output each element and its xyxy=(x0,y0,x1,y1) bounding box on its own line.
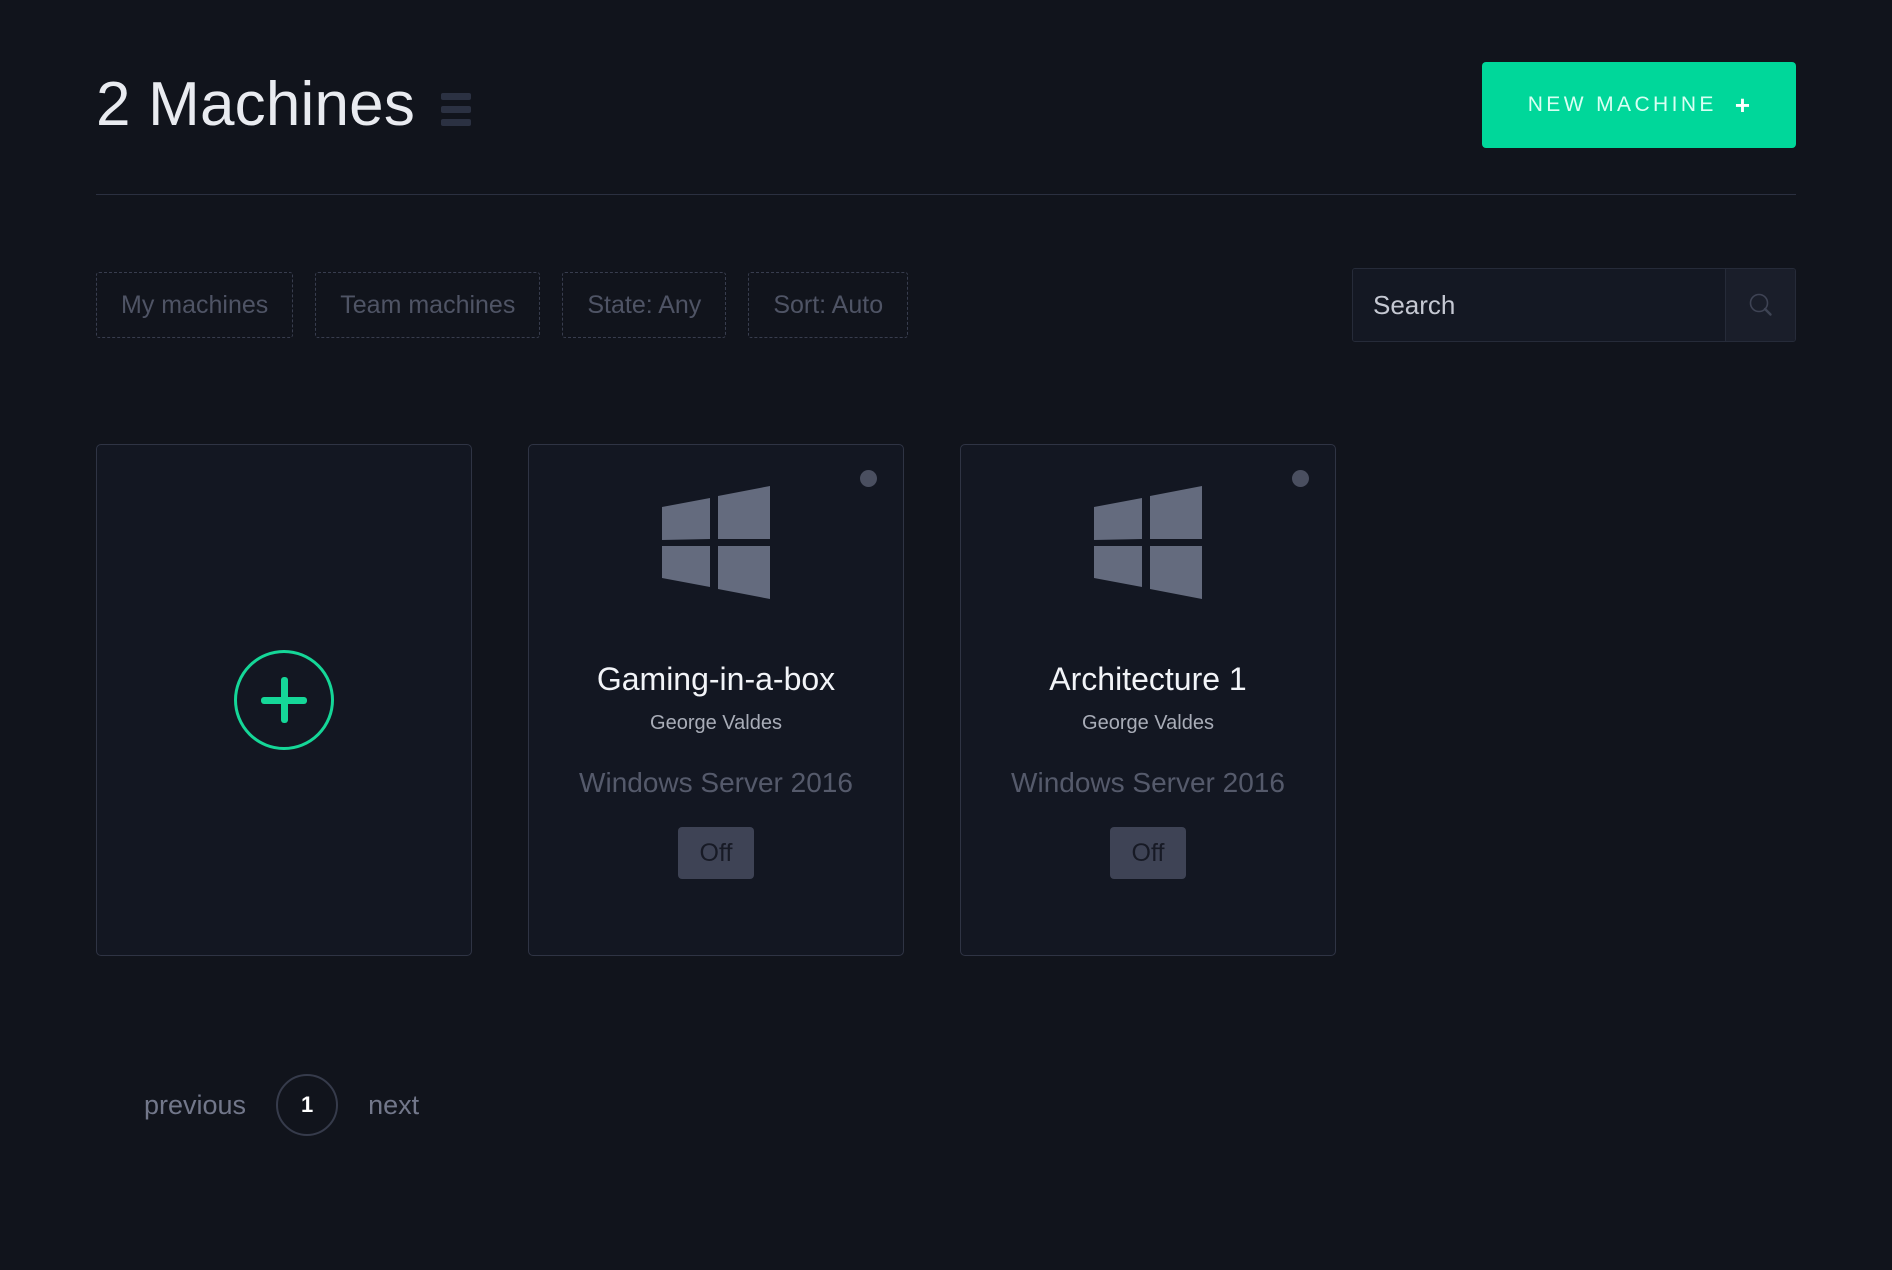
machine-name: Architecture 1 xyxy=(1049,661,1247,697)
machine-owner: George Valdes xyxy=(650,712,782,734)
new-machine-label: NEW MACHINE xyxy=(1527,93,1717,116)
status-indicator-dot xyxy=(860,470,877,487)
pagination-previous[interactable]: previous xyxy=(144,1090,246,1121)
page-title: 2 Machines xyxy=(96,70,416,139)
hamburger-icon[interactable] xyxy=(441,92,472,126)
windows-logo-icon xyxy=(660,483,772,601)
pagination-page-1[interactable]: 1 xyxy=(276,1074,339,1136)
search-input[interactable] xyxy=(1353,269,1725,341)
search-icon xyxy=(1749,293,1772,316)
machine-card[interactable]: Architecture 1 George Valdes Windows Ser… xyxy=(960,444,1336,956)
new-machine-button[interactable]: NEW MACHINE + xyxy=(1481,62,1796,148)
machine-state-button[interactable]: Off xyxy=(1110,827,1186,879)
hamburger-bar xyxy=(441,92,472,100)
filter-chip-team-machines[interactable]: Team machines xyxy=(315,272,541,338)
machine-state-button[interactable]: Off xyxy=(678,827,754,879)
search-box xyxy=(1352,268,1796,342)
machine-os: Windows Server 2016 xyxy=(1011,767,1285,798)
machine-name: Gaming-in-a-box xyxy=(596,661,836,697)
filter-chip-sort[interactable]: Sort: Auto xyxy=(748,272,909,338)
header-divider xyxy=(96,194,1796,195)
search-button[interactable] xyxy=(1725,269,1795,341)
machines-page: 2 Machines NEW MACHINE + My machines Tea… xyxy=(0,0,1892,1270)
plus-icon: + xyxy=(1734,89,1750,120)
status-indicator-dot xyxy=(1292,470,1309,487)
machine-owner: George Valdes xyxy=(1082,712,1214,734)
pagination-next[interactable]: next xyxy=(368,1090,419,1121)
title-group: 2 Machines xyxy=(96,70,472,139)
pagination: previous 1 next xyxy=(144,1074,1796,1136)
filter-bar: My machines Team machines State: Any Sor… xyxy=(96,268,1796,342)
page-header: 2 Machines NEW MACHINE + xyxy=(96,0,1796,182)
machine-card[interactable]: Gaming-in-a-box George Valdes Windows Se… xyxy=(528,444,904,956)
filter-chips: My machines Team machines State: Any Sor… xyxy=(96,272,909,338)
filter-chip-state[interactable]: State: Any xyxy=(562,272,727,338)
filter-chip-my-machines[interactable]: My machines xyxy=(96,272,294,338)
plus-circle-icon xyxy=(234,650,334,750)
hamburger-bar xyxy=(441,118,472,126)
windows-logo-icon xyxy=(1092,483,1204,601)
machine-os: Windows Server 2016 xyxy=(579,767,853,798)
add-machine-card[interactable] xyxy=(96,444,472,956)
machine-card-grid: Gaming-in-a-box George Valdes Windows Se… xyxy=(96,444,1796,956)
hamburger-bar xyxy=(441,105,472,113)
